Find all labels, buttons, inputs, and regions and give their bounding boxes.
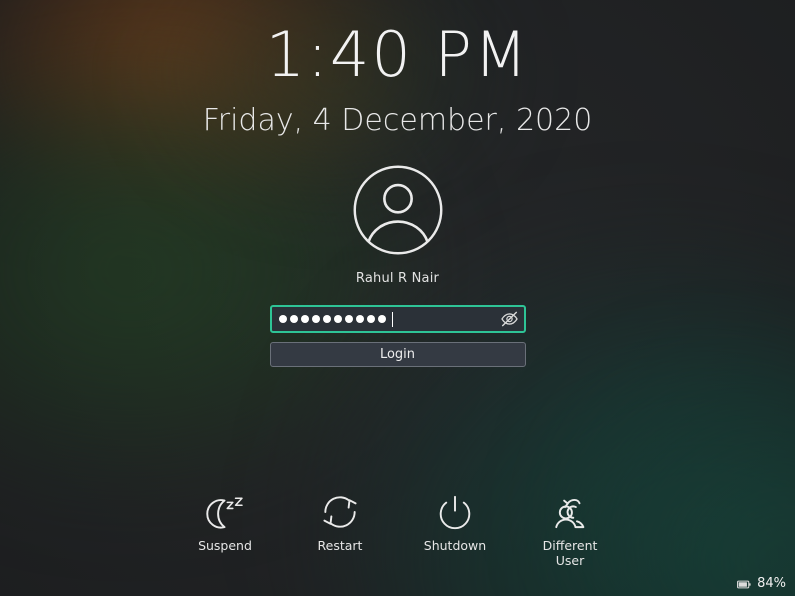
refresh-circle-glyph — [323, 496, 357, 528]
login-form: Login — [269, 305, 526, 367]
password-masked-value — [278, 307, 393, 331]
session-actions: Suspend Restart Shutdown Different User — [0, 488, 795, 569]
eye-slash-glyph — [500, 311, 518, 327]
password-dot — [366, 315, 375, 323]
password-dot — [289, 315, 298, 323]
user-avatar-icon — [353, 165, 442, 255]
clock-date: Friday, 4 December, 2020 — [202, 103, 593, 138]
power-glyph — [439, 495, 471, 530]
switch-user-icon — [548, 488, 592, 536]
text-cursor — [391, 311, 393, 327]
battery-glyph — [737, 580, 751, 589]
password-dot — [344, 315, 353, 323]
password-dot — [311, 315, 320, 323]
restart-label: Restart — [317, 538, 363, 553]
moon-zzz-icon — [203, 488, 247, 536]
different-user-button[interactable]: Different User — [528, 488, 612, 569]
password-dot — [333, 315, 342, 323]
password-input[interactable] — [269, 305, 526, 333]
battery-percent: 84% — [757, 576, 786, 591]
different-user-label-line1: Different — [542, 538, 598, 553]
switch-user-glyph — [555, 498, 585, 529]
login-button[interactable]: Login — [269, 342, 526, 367]
restart-button[interactable]: Restart — [298, 488, 382, 569]
password-dot — [377, 315, 386, 323]
clock-time: 1:40 PM — [265, 18, 530, 91]
suspend-button[interactable]: Suspend — [183, 488, 267, 569]
password-dot — [278, 315, 287, 323]
password-dot — [322, 315, 331, 323]
suspend-label: Suspend — [198, 538, 252, 553]
password-dot — [300, 315, 309, 323]
avatar — [351, 163, 445, 257]
lock-screen: 1:40 PM Friday, 4 December, 2020 Rahul R… — [0, 0, 795, 596]
refresh-circle-icon — [318, 488, 362, 536]
username-label: Rahul R Nair — [355, 271, 440, 286]
shutdown-button[interactable]: Shutdown — [413, 488, 497, 569]
different-user-label-line2: User — [555, 552, 585, 568]
eye-slash-icon[interactable] — [500, 310, 519, 329]
moon-zzz-glyph — [206, 497, 243, 529]
battery-icon — [737, 574, 751, 593]
shutdown-label: Shutdown — [423, 538, 487, 553]
different-user-label: Different User — [542, 538, 598, 569]
password-dot — [355, 315, 364, 323]
power-icon — [433, 488, 477, 536]
battery-indicator: 84% — [737, 574, 786, 593]
